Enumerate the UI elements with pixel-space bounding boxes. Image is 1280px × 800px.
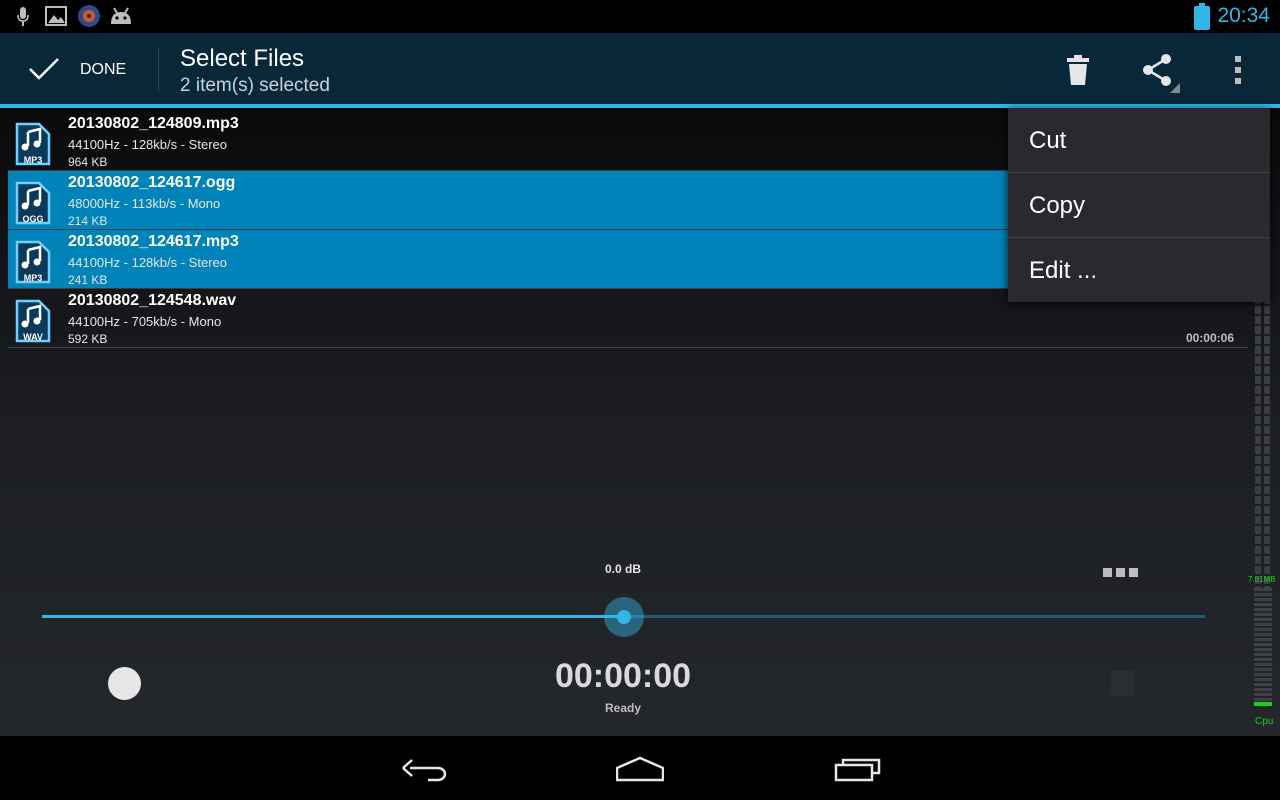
menu-item-label: Copy	[1029, 192, 1086, 219]
file-name: 20130802_124809.mp3	[68, 115, 239, 132]
menu-item-label: Cut	[1029, 127, 1067, 154]
clock: 20:34	[1217, 4, 1270, 27]
done-button[interactable]: DONE	[0, 33, 158, 104]
file-name: 20130802_124617.mp3	[68, 233, 239, 250]
memory-usage: 7.81MB	[1248, 575, 1276, 584]
audio-file-icon: MP3	[14, 122, 52, 171]
file-size: 241 KB	[68, 273, 108, 287]
android-icon	[108, 5, 134, 30]
menu-item-label: Edit ...	[1029, 257, 1098, 284]
mic-icon	[16, 6, 30, 33]
file-details: 44100Hz - 128kb/s - Stereo	[68, 137, 227, 152]
menu-item-copy[interactable]: Copy	[1008, 173, 1270, 237]
file-size: 964 KB	[68, 155, 108, 169]
file-name: 20130802_124548.wav	[68, 292, 237, 309]
app-icon	[77, 4, 101, 33]
file-details: 44100Hz - 128kb/s - Stereo	[68, 255, 227, 270]
seek-thumb-center	[616, 610, 631, 624]
checkmark-icon	[28, 57, 60, 86]
menu-item-cut[interactable]: Cut	[1008, 108, 1270, 172]
overflow-popup-menu: Cut Copy Edit ...	[1008, 108, 1270, 302]
seek-progress	[42, 615, 624, 618]
done-label: DONE	[80, 61, 127, 78]
cpu-label: Cpu	[1255, 716, 1274, 727]
svg-text:OGG: OGG	[22, 214, 43, 224]
file-size: 592 KB	[68, 332, 108, 346]
selection-count: 2 item(s) selected	[180, 75, 330, 96]
divider	[158, 47, 159, 91]
file-size: 214 KB	[68, 214, 108, 228]
stop-button[interactable]	[1110, 671, 1135, 696]
status-bar: 20:34	[0, 0, 1280, 33]
menu-item-edit[interactable]: Edit ...	[1008, 238, 1270, 302]
file-duration: 00:00:06	[1185, 331, 1234, 345]
back-button[interactable]	[384, 744, 464, 792]
overflow-menu-icon	[1234, 55, 1242, 90]
cpu-meter	[1254, 588, 1272, 708]
home-button[interactable]	[600, 744, 680, 792]
cpu-level	[1254, 702, 1272, 706]
action-bar: DONE Select Files 2 item(s) selected	[0, 33, 1280, 104]
home-icon	[615, 756, 665, 787]
recorder-state: Ready	[604, 701, 642, 715]
audio-file-icon: MP3	[14, 240, 52, 289]
share-icon	[1140, 53, 1180, 98]
svg-text:MP3: MP3	[24, 273, 43, 283]
audio-file-icon: WAV	[14, 299, 52, 348]
svg-text:MP3: MP3	[24, 155, 43, 165]
recent-apps-icon	[834, 756, 882, 787]
gain-label: 0.0 dB	[604, 562, 641, 576]
image-icon	[45, 6, 67, 31]
audio-file-icon: OGG	[14, 181, 52, 230]
recent-apps-button[interactable]	[818, 744, 898, 792]
more-options-icon[interactable]	[1103, 564, 1142, 582]
share-button[interactable]	[1120, 33, 1190, 104]
page-title: Select Files	[180, 45, 305, 72]
file-details: 44100Hz - 705kb/s - Mono	[68, 314, 222, 329]
battery-charging-icon	[1194, 3, 1210, 30]
navigation-bar	[0, 736, 1280, 800]
trash-icon	[1066, 54, 1090, 91]
file-name: 20130802_124617.ogg	[68, 174, 236, 191]
back-arrow-icon	[400, 756, 448, 787]
file-details: 48000Hz - 113kb/s - Mono	[68, 196, 221, 211]
delete-button[interactable]	[1042, 33, 1112, 104]
overflow-menu-button[interactable]	[1202, 33, 1272, 104]
elapsed-time: 00:00:00	[554, 657, 692, 695]
svg-text:WAV: WAV	[23, 332, 43, 342]
